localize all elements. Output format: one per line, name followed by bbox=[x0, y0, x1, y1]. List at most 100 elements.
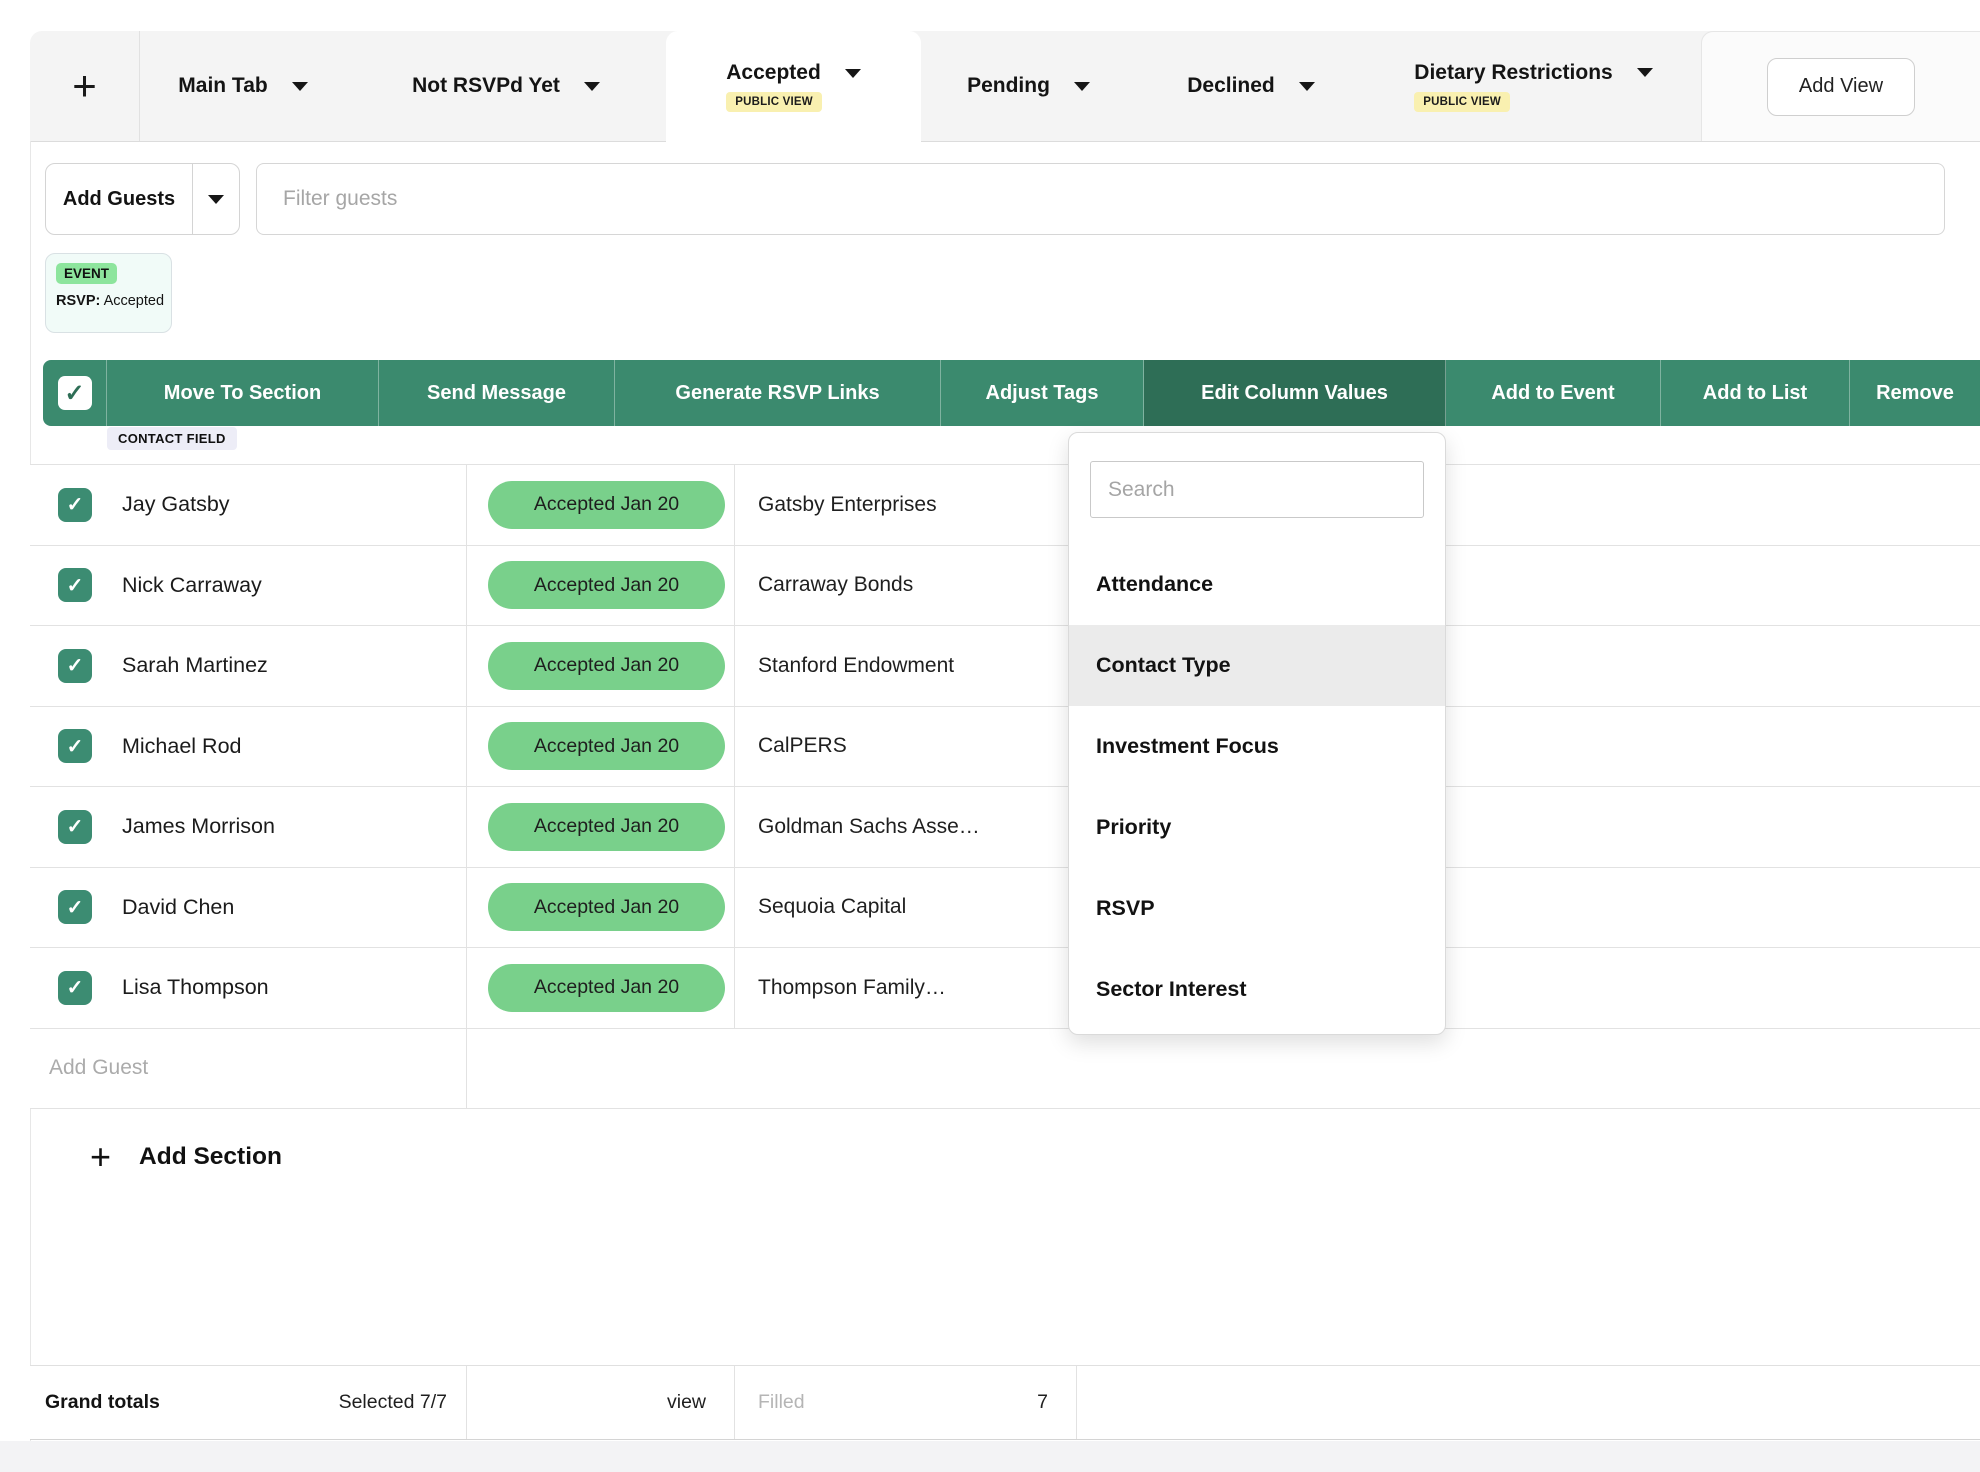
add-guest-placeholder[interactable]: Add Guest bbox=[30, 1029, 467, 1109]
table-row[interactable]: ✓ Jay Gatsby Accepted Jan 20 Gatsby Ente… bbox=[30, 465, 1980, 546]
tab-accepted[interactable]: Accepted PUBLIC VIEW bbox=[666, 31, 921, 142]
chevron-down-icon[interactable] bbox=[584, 82, 600, 91]
grand-totals-footer: Grand totals Selected 7/7 view Filled 7 bbox=[30, 1365, 1980, 1440]
rsvp-status-pill[interactable]: Accepted Jan 20 bbox=[488, 642, 725, 690]
check-icon: ✓ bbox=[67, 814, 84, 839]
name-cell: ✓ James Morrison bbox=[30, 787, 467, 867]
guest-name: Jay Gatsby bbox=[122, 492, 230, 517]
row-checkbox[interactable]: ✓ bbox=[58, 729, 92, 763]
adjust-tags-button[interactable]: Adjust Tags bbox=[941, 360, 1144, 426]
tab-pending[interactable]: Pending bbox=[921, 31, 1136, 141]
select-all-cell[interactable]: ✓ bbox=[43, 360, 107, 426]
empty-footer-cell bbox=[1077, 1366, 1980, 1439]
add-view-button[interactable]: Add View bbox=[1767, 58, 1915, 116]
add-to-list-button[interactable]: Add to List bbox=[1661, 360, 1850, 426]
check-icon: ✓ bbox=[67, 975, 84, 1000]
tab-declined[interactable]: Declined bbox=[1136, 31, 1366, 141]
table-row[interactable]: ✓ Lisa Thompson Accepted Jan 20 Thompson… bbox=[30, 948, 1980, 1029]
guest-name: Nick Carraway bbox=[122, 573, 262, 598]
guest-name: David Chen bbox=[122, 895, 234, 920]
bulk-actions-toolbar: ✓ Move To Section Send Message Generate … bbox=[43, 360, 1980, 426]
rsvp-cell: Accepted Jan 20 bbox=[467, 868, 735, 948]
company-cell[interactable]: Gatsby Enterprises bbox=[735, 465, 1077, 545]
chevron-down-icon[interactable] bbox=[1299, 82, 1315, 91]
name-cell: ✓ Lisa Thompson bbox=[30, 948, 467, 1028]
row-checkbox[interactable]: ✓ bbox=[58, 890, 92, 924]
rsvp-status-pill[interactable]: Accepted Jan 20 bbox=[488, 561, 725, 609]
add-section-button[interactable]: + Add Section bbox=[30, 1107, 282, 1207]
generate-rsvp-links-button[interactable]: Generate RSVP Links bbox=[615, 360, 941, 426]
view-cell[interactable]: view bbox=[467, 1366, 735, 1439]
edit-column-values-button[interactable]: Edit Column Values bbox=[1144, 360, 1446, 426]
selected-count: Selected 7/7 bbox=[339, 1391, 447, 1414]
rsvp-status-pill[interactable]: Accepted Jan 20 bbox=[488, 481, 725, 529]
menu-item-investment-focus[interactable]: Investment Focus bbox=[1069, 706, 1445, 787]
tab-not-rsvpd-yet[interactable]: Not RSVPd Yet bbox=[346, 31, 666, 141]
rsvp-filter-chip[interactable]: EVENT RSVP: Accepted bbox=[45, 253, 172, 333]
filter-guests-input[interactable] bbox=[256, 163, 1945, 235]
filled-cell[interactable]: Filled 7 bbox=[735, 1366, 1077, 1439]
row-checkbox[interactable]: ✓ bbox=[58, 810, 92, 844]
menu-item-attendance[interactable]: Attendance bbox=[1069, 544, 1445, 625]
add-guests-split-button[interactable]: Add Guests bbox=[45, 163, 240, 235]
company-cell[interactable]: CalPERS bbox=[735, 707, 1077, 787]
tab-pending-inner: Pending bbox=[967, 74, 1090, 98]
totals-cell: Grand totals Selected 7/7 bbox=[30, 1366, 467, 1439]
chevron-down-icon[interactable] bbox=[292, 82, 308, 91]
rsvp-status-pill[interactable]: Accepted Jan 20 bbox=[488, 803, 725, 851]
guest-name: James Morrison bbox=[122, 814, 275, 839]
company-cell[interactable]: Goldman Sachs Asse… bbox=[735, 787, 1077, 867]
chevron-down-icon[interactable] bbox=[1637, 68, 1653, 77]
add-tab-button[interactable]: + bbox=[30, 31, 140, 141]
add-section-label: Add Section bbox=[139, 1143, 282, 1171]
filter-chip-text: RSVP: Accepted bbox=[56, 293, 161, 309]
rsvp-status-pill[interactable]: Accepted Jan 20 bbox=[488, 883, 725, 931]
table-row[interactable]: ✓ Nick Carraway Accepted Jan 20 Carraway… bbox=[30, 546, 1980, 627]
tab-label: Main Tab bbox=[178, 74, 267, 98]
chevron-down-icon[interactable] bbox=[845, 69, 861, 78]
menu-item-sector-interest[interactable]: Sector Interest bbox=[1069, 949, 1445, 1030]
company-cell[interactable]: Thompson Family… bbox=[735, 948, 1077, 1028]
check-icon: ✓ bbox=[67, 895, 84, 920]
company-cell[interactable]: Sequoia Capital bbox=[735, 868, 1077, 948]
rsvp-status-pill[interactable]: Accepted Jan 20 bbox=[488, 964, 725, 1012]
add-guest-row[interactable]: Add Guest bbox=[30, 1029, 1980, 1110]
table-row[interactable]: ✓ David Chen Accepted Jan 20 Sequoia Cap… bbox=[30, 868, 1980, 949]
tab-label: Not RSVPd Yet bbox=[412, 74, 560, 98]
rsvp-cell: Accepted Jan 20 bbox=[467, 465, 735, 545]
row-checkbox[interactable]: ✓ bbox=[58, 568, 92, 602]
bottom-strip bbox=[0, 1441, 1980, 1472]
move-to-section-button[interactable]: Move To Section bbox=[107, 360, 379, 426]
company-cell[interactable]: Stanford Endowment bbox=[735, 626, 1077, 706]
rsvp-status-pill[interactable]: Accepted Jan 20 bbox=[488, 722, 725, 770]
table-row[interactable]: ✓ Sarah Martinez Accepted Jan 20 Stanfor… bbox=[30, 626, 1980, 707]
send-message-button[interactable]: Send Message bbox=[379, 360, 615, 426]
tab-dietary-restrictions[interactable]: Dietary Restrictions PUBLIC VIEW bbox=[1366, 31, 1701, 141]
row-checkbox[interactable]: ✓ bbox=[58, 649, 92, 683]
public-view-badge: PUBLIC VIEW bbox=[726, 92, 822, 112]
tab-main-tab[interactable]: Main Tab bbox=[140, 31, 346, 141]
tab-label: Declined bbox=[1187, 74, 1275, 98]
check-icon: ✓ bbox=[64, 379, 84, 408]
menu-item-contact-type[interactable]: Contact Type bbox=[1069, 625, 1445, 706]
menu-item-priority[interactable]: Priority bbox=[1069, 787, 1445, 868]
table-row[interactable]: ✓ Michael Rod Accepted Jan 20 CalPERS bbox=[30, 707, 1980, 788]
name-cell: ✓ Nick Carraway bbox=[30, 546, 467, 626]
add-guests-button[interactable]: Add Guests bbox=[46, 164, 192, 234]
table-row[interactable]: ✓ James Morrison Accepted Jan 20 Goldman… bbox=[30, 787, 1980, 868]
name-cell: ✓ Jay Gatsby bbox=[30, 465, 467, 545]
view-summary: view bbox=[667, 1391, 706, 1414]
row-checkbox[interactable]: ✓ bbox=[58, 971, 92, 1005]
company-cell[interactable]: Carraway Bonds bbox=[735, 546, 1077, 626]
filled-label: Filled bbox=[758, 1391, 805, 1414]
menu-item-rsvp[interactable]: RSVP bbox=[1069, 868, 1445, 949]
tab-declined-inner: Declined bbox=[1187, 74, 1315, 98]
select-all-checkbox[interactable]: ✓ bbox=[58, 376, 92, 410]
column-search-input[interactable] bbox=[1090, 461, 1424, 518]
add-to-event-button[interactable]: Add to Event bbox=[1446, 360, 1661, 426]
rsvp-cell: Accepted Jan 20 bbox=[467, 626, 735, 706]
chevron-down-icon[interactable] bbox=[1074, 82, 1090, 91]
remove-button[interactable]: Remove bbox=[1850, 360, 1980, 426]
row-checkbox[interactable]: ✓ bbox=[58, 488, 92, 522]
add-guests-dropdown-toggle[interactable] bbox=[192, 164, 239, 234]
